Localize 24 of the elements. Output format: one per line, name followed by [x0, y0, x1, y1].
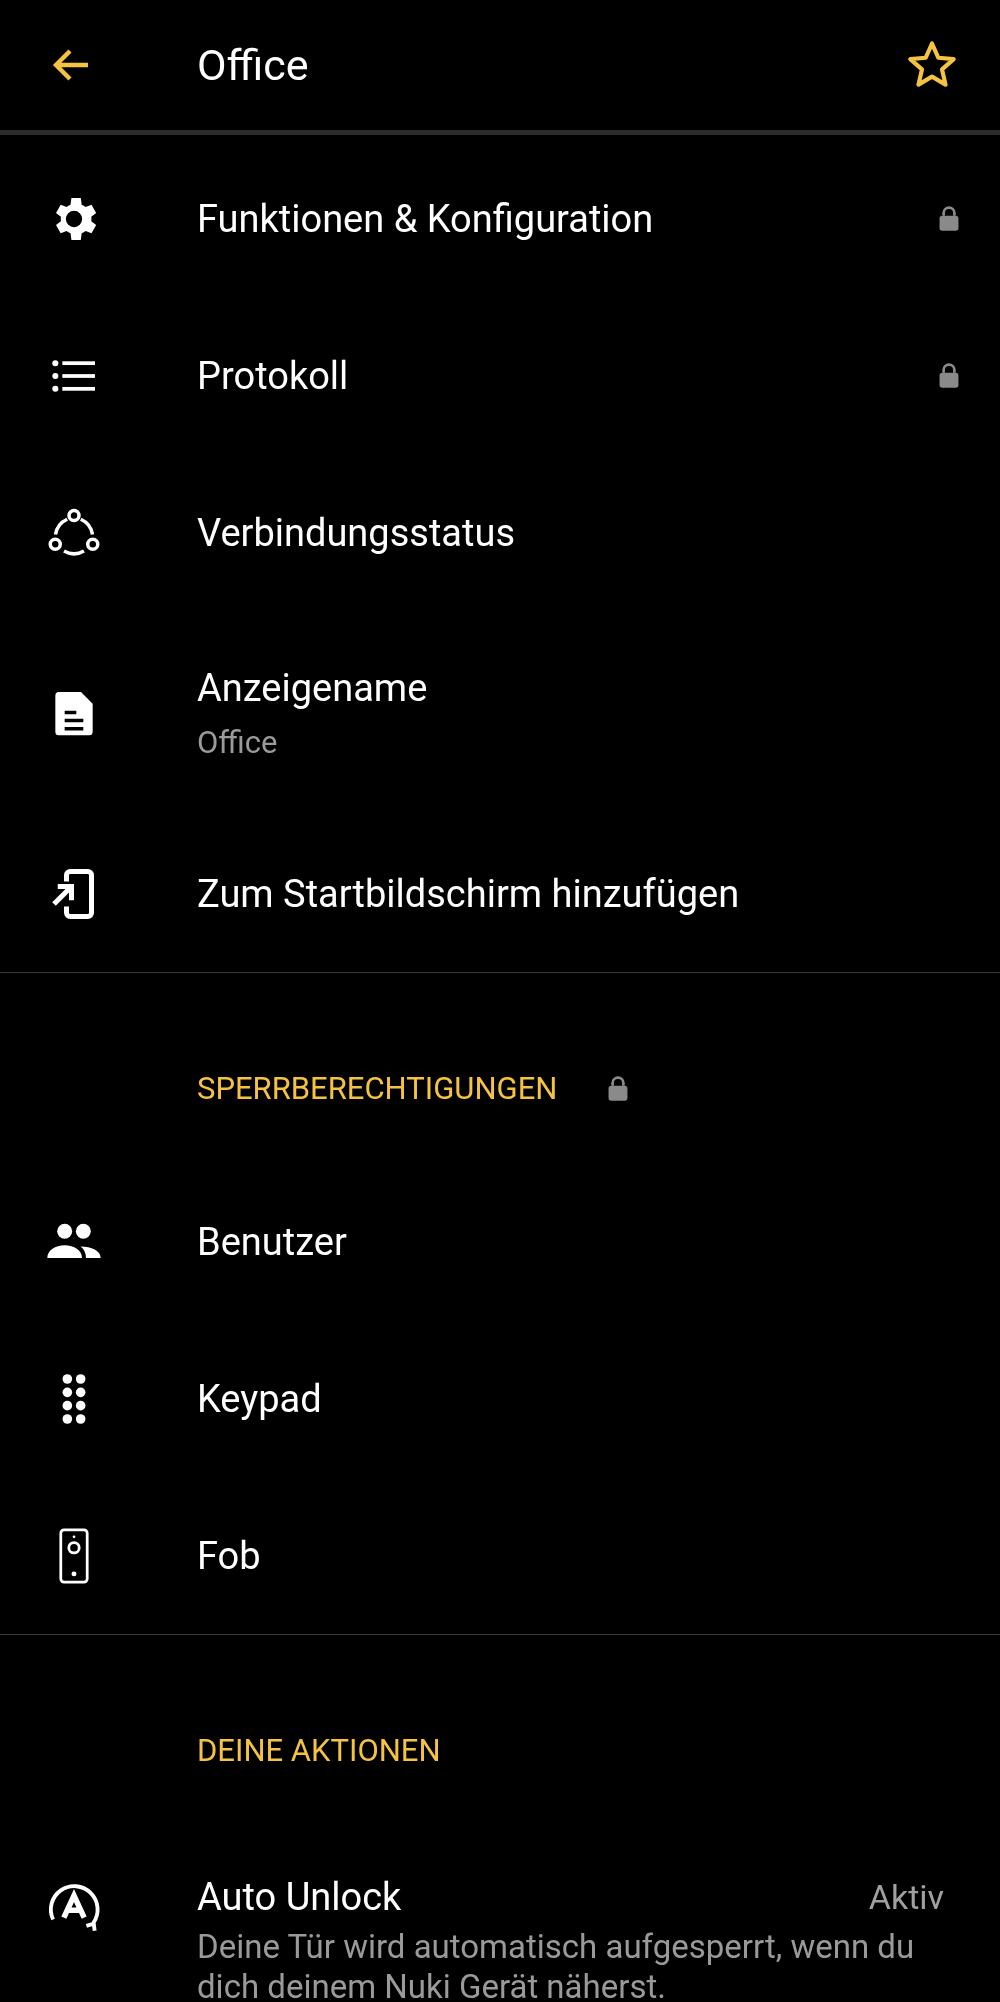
menu-item[interactable]: Protokoll — [0, 297, 1000, 454]
menu-item[interactable]: Anzeigename Office — [0, 611, 1000, 815]
menu-item[interactable]: Funktionen & Konfiguration — [0, 140, 1000, 297]
menu-item[interactable]: Benutzer — [0, 1163, 1000, 1320]
item-title: Fob — [197, 1533, 262, 1578]
item-title: Verbindungsstatus — [197, 510, 516, 555]
page-title: Office — [197, 40, 310, 90]
section-heading: SPERRBERECHTIGUNGEN — [197, 1069, 558, 1107]
status-text: Aktiv — [868, 1877, 944, 1917]
item-title: Anzeigename — [197, 665, 429, 710]
item-title: Benutzer — [197, 1219, 348, 1264]
item-title: Auto Unlock — [197, 1875, 403, 1919]
menu-item[interactable]: Zum Startbildschirm hinzufügen — [0, 815, 1000, 972]
menu-item[interactable]: Verbindungsstatus — [0, 454, 1000, 611]
item-title: Funktionen & Konfiguration — [197, 196, 655, 241]
item-subtitle: Office — [197, 723, 279, 761]
menu-item[interactable]: Keypad — [0, 1320, 1000, 1477]
item-title: Zum Startbildschirm hinzufügen — [197, 871, 741, 916]
menu-item[interactable]: Fob — [0, 1477, 1000, 1634]
menu-item[interactable]: Auto Unlock Aktiv Deine Tür wird automatisch aufgesperrt, wenn du dich deinem Nuki Gerät näherst. — [0, 1825, 1000, 2002]
section-heading: DEINE AKTIONEN — [197, 1731, 441, 1769]
item-title: Protokoll — [197, 353, 350, 398]
item-title: Keypad — [197, 1376, 323, 1421]
item-description: Deine Tür wird automatisch aufgesperrt, wenn du dich deinem Nuki Gerät näherst. — [197, 1927, 916, 2002]
